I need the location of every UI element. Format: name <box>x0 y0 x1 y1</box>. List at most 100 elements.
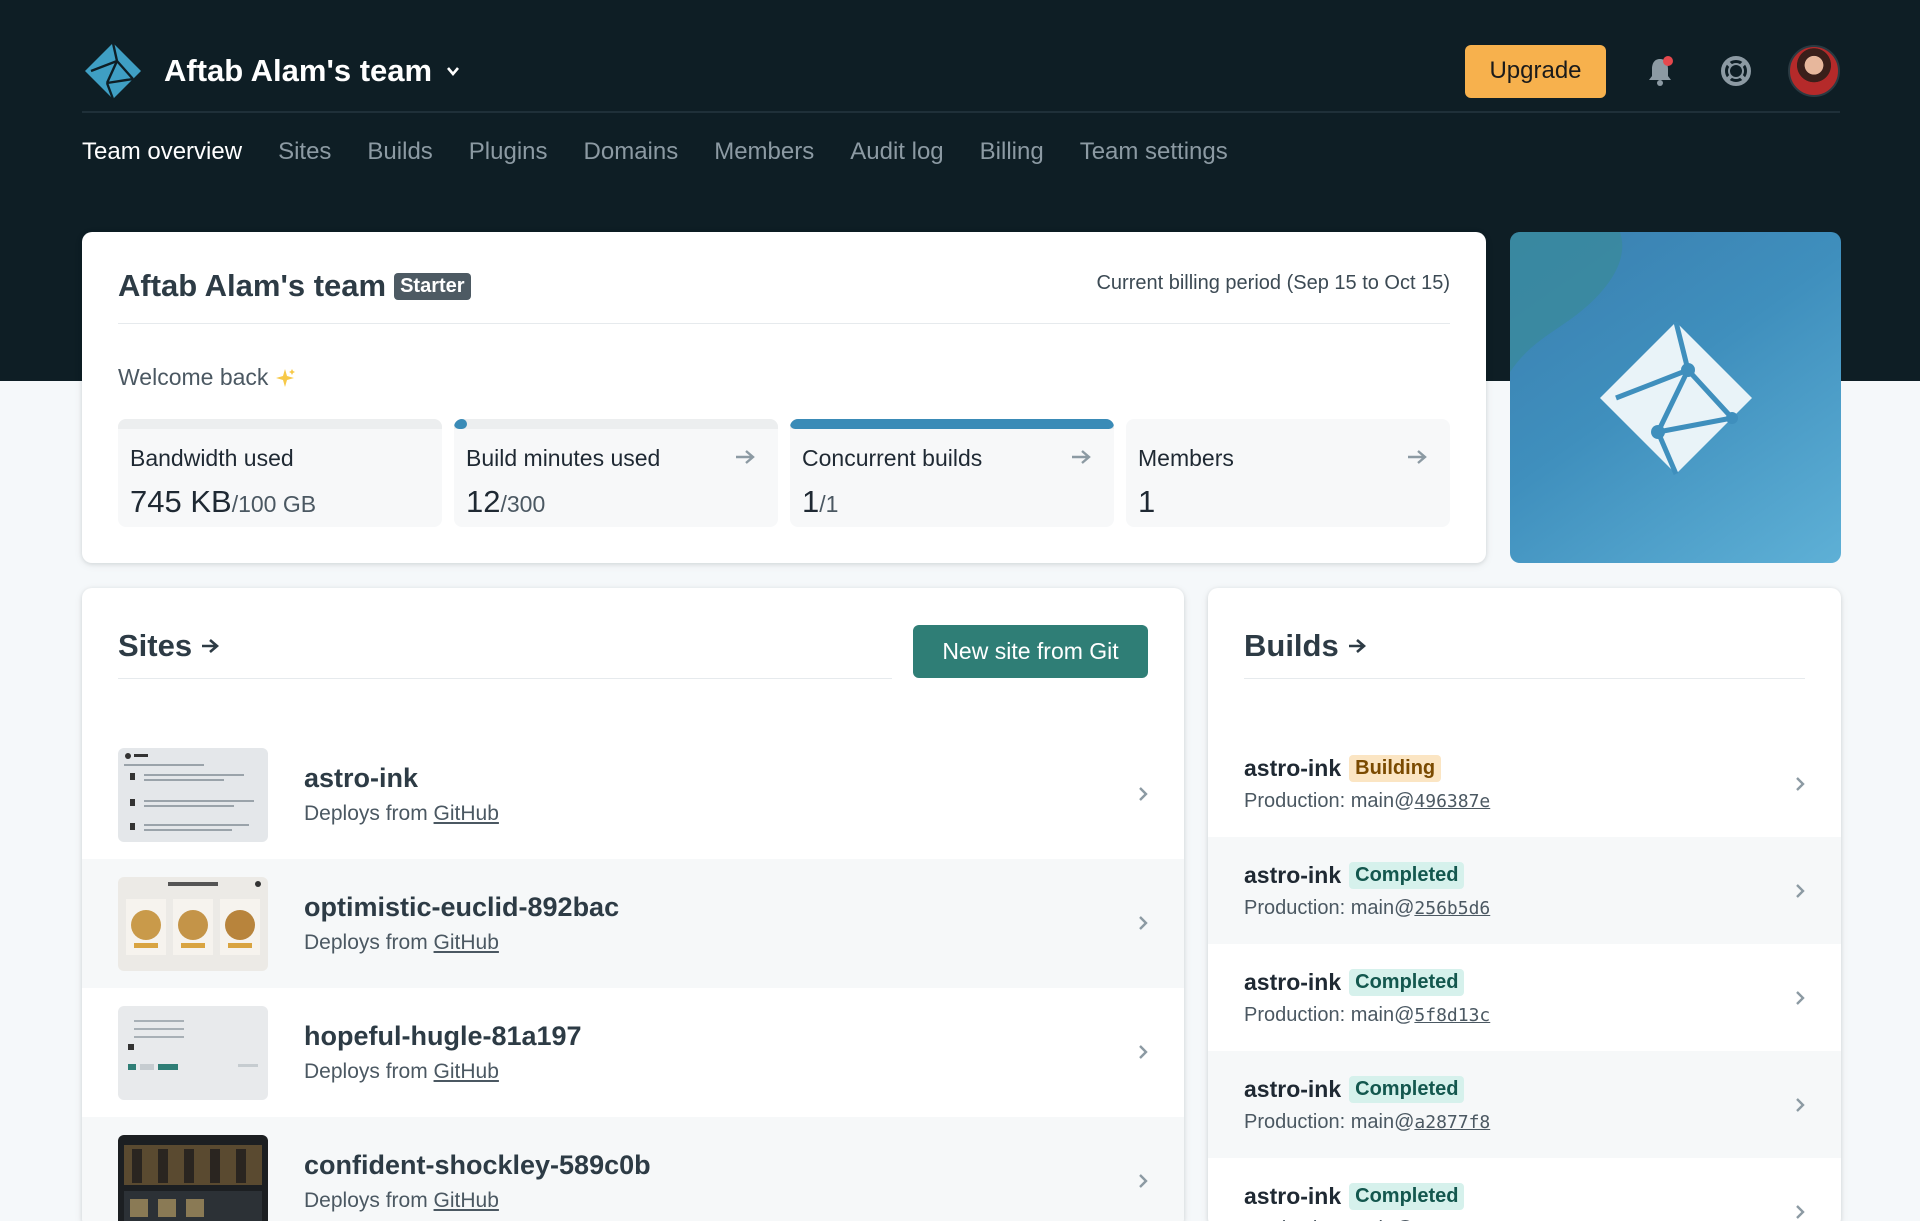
sites-heading: Sites <box>118 628 193 663</box>
build-ref-prefix: Production: main@ <box>1244 1110 1415 1133</box>
welcome-message: Welcome back <box>118 364 296 391</box>
notifications-button[interactable] <box>1638 49 1682 93</box>
new-site-from-git-button[interactable]: New site from Git <box>913 625 1148 678</box>
arrow-right-icon <box>202 639 220 653</box>
builds-heading: Builds <box>1244 628 1339 663</box>
stat-value-limit: /100 GB <box>231 491 317 517</box>
site-thumbnail <box>118 876 268 971</box>
chevron-right-icon <box>1796 1098 1805 1112</box>
overview-divider <box>118 323 1450 324</box>
build-ref: Production: main@256b5d6 <box>1244 897 1805 920</box>
nav-team-settings[interactable]: Team settings <box>1080 138 1228 174</box>
stat-value-main: 1 <box>1138 484 1156 519</box>
build-minutes-progress-bar <box>454 419 778 429</box>
nav-team-overview[interactable]: Team overview <box>82 138 242 174</box>
nav-audit-log[interactable]: Audit log <box>850 138 943 174</box>
builds-divider <box>1244 678 1805 679</box>
netlify-logo-icon[interactable] <box>82 40 144 102</box>
site-row-astro-ink[interactable]: astro-ink Deploys from GitHub <box>82 730 1184 859</box>
site-name: hopeful-hugle-81a197 <box>304 1021 582 1051</box>
nav-plugins[interactable]: Plugins <box>469 138 548 174</box>
arrow-right-icon <box>1072 450 1091 464</box>
build-row[interactable]: astro-ink Completed Production: main@5f8… <box>1208 944 1841 1051</box>
commit-hash-link[interactable]: 496387e <box>1414 791 1490 812</box>
chevron-right-icon <box>1796 991 1805 1005</box>
site-row-hopeful-hugle[interactable]: hopeful-hugle-81a197 Deploys from GitHub <box>82 988 1184 1117</box>
chevron-right-icon <box>1139 787 1148 801</box>
site-row-optimistic-euclid[interactable]: optimistic-euclid-892bac Deploys from Gi… <box>82 859 1184 988</box>
bell-icon <box>1649 56 1673 86</box>
provider-link[interactable]: GitHub <box>434 802 499 825</box>
build-ref-prefix: Production: main@ <box>1244 1218 1414 1221</box>
site-thumbnail <box>118 1005 268 1100</box>
build-status-badge: Completed <box>1349 1075 1465 1103</box>
stat-label: Members <box>1138 445 1234 471</box>
build-row[interactable]: astro-ink Completed Production: main@256… <box>1208 837 1841 944</box>
chevron-right-icon <box>1139 1174 1148 1188</box>
commit-hash-link[interactable]: 256b5d6 <box>1414 898 1490 919</box>
stat-label: Bandwidth used <box>130 445 294 471</box>
stat-value-main: 1 <box>802 484 820 519</box>
team-overview-card: Aftab Alam's team Starter Current billin… <box>82 232 1486 563</box>
site-name: astro-ink <box>304 763 419 793</box>
site-deploy-source: Deploys from GitHub <box>304 1060 582 1084</box>
nav-members[interactable]: Members <box>714 138 814 174</box>
plan-badge: Starter <box>394 272 471 300</box>
nav-billing[interactable]: Billing <box>980 138 1044 174</box>
nav-domains[interactable]: Domains <box>584 138 679 174</box>
build-ref: Production: main@496387e <box>1244 790 1805 813</box>
support-button[interactable] <box>1714 49 1758 93</box>
stat-value: 12/300 <box>466 484 764 520</box>
sites-heading-link[interactable]: Sites <box>118 628 220 664</box>
overview-team-name: Aftab Alam's team <box>118 268 387 303</box>
site-row-confident-shockley[interactable]: confident-shockley-589c0b Deploys from G… <box>82 1117 1184 1221</box>
build-header: astro-ink Completed <box>1244 1182 1805 1210</box>
chevron-right-icon <box>1796 884 1805 898</box>
overview-title: Aftab Alam's team Starter <box>118 268 471 304</box>
stat-bandwidth: Bandwidth used 745 KB/100 GB <box>118 419 442 527</box>
stat-members[interactable]: Members 1 <box>1126 419 1450 527</box>
build-header: astro-ink Completed <box>1244 968 1805 996</box>
builds-heading-link[interactable]: Builds <box>1244 628 1367 664</box>
provider-link[interactable]: GitHub <box>434 1189 499 1212</box>
stat-build-minutes[interactable]: Build minutes used 12/300 <box>454 419 778 527</box>
site-info: optimistic-euclid-892bac Deploys from Gi… <box>304 892 619 955</box>
site-info: confident-shockley-589c0b Deploys from G… <box>304 1150 651 1213</box>
site-name: confident-shockley-589c0b <box>304 1150 651 1180</box>
stat-concurrent-builds[interactable]: Concurrent builds 1/1 <box>790 419 1114 527</box>
build-row[interactable]: astro-ink Completed Production: main@a28… <box>1208 1051 1841 1158</box>
site-deploy-source: Deploys from GitHub <box>304 931 619 955</box>
build-row[interactable]: astro-ink Completed Production: main@a3f… <box>1208 1158 1841 1221</box>
nav-builds[interactable]: Builds <box>367 138 432 174</box>
header: Aftab Alam's team Upgrade <box>82 28 1840 114</box>
build-ref-prefix: Production: main@ <box>1244 896 1415 919</box>
user-avatar[interactable] <box>1788 45 1840 97</box>
provider-link[interactable]: GitHub <box>434 931 499 954</box>
stat-value: 1 <box>1138 484 1436 520</box>
provider-link[interactable]: GitHub <box>434 1060 499 1083</box>
concurrent-builds-progress-fill <box>790 419 1114 429</box>
welcome-text: Welcome back <box>118 364 269 390</box>
build-ref-prefix: Production: main@ <box>1244 1003 1415 1026</box>
build-ref-prefix: Production: main@ <box>1244 789 1415 812</box>
header-actions: Upgrade <box>1465 44 1840 98</box>
site-info: hopeful-hugle-81a197 Deploys from GitHub <box>304 1021 582 1084</box>
deploy-prefix: Deploys from <box>304 931 434 954</box>
site-info: astro-ink Deploys from GitHub <box>304 763 499 826</box>
header-divider <box>82 111 1840 113</box>
commit-hash-link[interactable]: a2877f8 <box>1414 1112 1490 1133</box>
stat-value: 745 KB/100 GB <box>130 484 428 520</box>
build-site-name: astro-ink <box>1244 1075 1342 1102</box>
team-switcher[interactable]: Aftab Alam's team <box>164 53 460 89</box>
chevron-right-icon <box>1796 777 1805 791</box>
commit-hash-link[interactable]: 5f8d13c <box>1414 1005 1490 1026</box>
nav-sites[interactable]: Sites <box>278 138 331 174</box>
arrow-right-icon <box>736 450 755 464</box>
upgrade-button[interactable]: Upgrade <box>1465 44 1606 98</box>
chevron-right-icon <box>1139 1045 1148 1059</box>
chevron-right-icon <box>1796 1205 1805 1219</box>
lifebuoy-icon <box>1721 56 1751 86</box>
build-ref: Production: main@5f8d13c <box>1244 1004 1805 1027</box>
build-row[interactable]: astro-ink Building Production: main@4963… <box>1208 730 1841 837</box>
build-status-badge: Completed <box>1349 1182 1465 1210</box>
